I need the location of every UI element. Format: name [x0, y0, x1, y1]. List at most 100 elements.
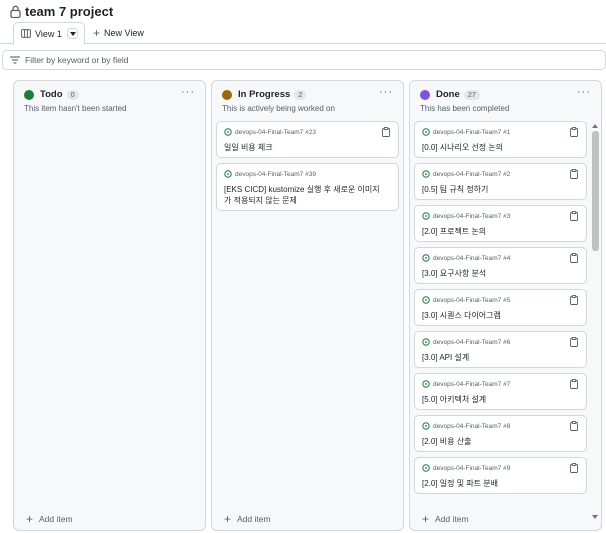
open-issue-icon	[422, 296, 430, 304]
add-item-button[interactable]: + Add item	[26, 513, 73, 525]
plus-icon: +	[93, 26, 101, 40]
open-issue-icon	[422, 212, 430, 220]
new-view-button[interactable]: + New View	[93, 26, 144, 40]
status-dot-in-progress	[222, 89, 232, 100]
card-title[interactable]: [3.0] API 설계	[422, 352, 570, 363]
card-meta: devops-04-Final-Team7 #2	[422, 170, 510, 178]
card-repo: devops-04-Final-Team7 #5	[433, 296, 511, 304]
issue-card[interactable]: devops-04-Final-Team7 #4 [3.0] 요구사항 분석	[414, 247, 587, 284]
issue-card[interactable]: devops-04-Final-Team7 #39 [EKS CICD] kus…	[216, 163, 399, 211]
card-list: devops-04-Final-Team7 #1 [0.0] 시나리오 선정 논…	[414, 121, 587, 499]
issue-card[interactable]: devops-04-Final-Team7 #6 [3.0] API 설계	[414, 331, 587, 368]
column-title: Todo	[40, 89, 63, 100]
clipboard-icon	[570, 211, 578, 221]
issue-card[interactable]: devops-04-Final-Team7 #2 [0.5] 팀 규칙 정하기	[414, 163, 587, 200]
card-meta: devops-04-Final-Team7 #3	[422, 212, 510, 220]
card-meta: devops-04-Final-Team7 #23	[224, 128, 316, 136]
open-issue-icon	[422, 380, 430, 388]
filter-input[interactable]: Filter by keyword or by field	[2, 50, 606, 70]
card-repo: devops-04-Final-Team7 #7	[433, 380, 511, 388]
column-header: In Progress 2	[222, 89, 307, 100]
view-options-button[interactable]	[67, 28, 78, 39]
column-more-button[interactable]: ···	[181, 86, 195, 98]
status-dot-done	[420, 89, 430, 100]
card-meta: devops-04-Final-Team7 #6	[422, 338, 510, 346]
card-title[interactable]: [0.0] 시나리오 선정 논의	[422, 142, 570, 153]
issue-card[interactable]: devops-04-Final-Team7 #5 [3.0] 시퀀스 다이어그램	[414, 289, 587, 326]
column-title: Done	[436, 89, 460, 100]
clipboard-icon	[570, 169, 578, 179]
issue-card[interactable]: devops-04-Final-Team7 #3 [2.0] 프로젝트 논의	[414, 205, 587, 242]
clipboard-icon	[570, 253, 578, 263]
column-description: This has been completed	[420, 104, 510, 113]
column-todo: Todo 0 ··· This item hasn't been started…	[13, 80, 206, 531]
column-in-progress: In Progress 2 ··· This is actively being…	[211, 80, 404, 531]
column-scrollbar[interactable]	[591, 124, 599, 519]
card-title[interactable]: [0.5] 팀 규칙 정하기	[422, 184, 570, 195]
add-item-button[interactable]: + Add item	[224, 513, 271, 525]
card-repo: devops-04-Final-Team7 #2	[433, 170, 511, 178]
open-issue-icon	[422, 128, 430, 136]
clipboard-icon	[570, 463, 578, 473]
issue-card[interactable]: devops-04-Final-Team7 #7 [5.0] 아키텍처 설계	[414, 373, 587, 410]
column-done: Done 27 ··· This has been completed devo…	[409, 80, 602, 531]
scroll-down-arrow[interactable]	[592, 515, 598, 519]
open-issue-icon	[422, 422, 430, 430]
clipboard-icon	[570, 379, 578, 389]
new-view-label: New View	[104, 28, 144, 38]
column-description: This is actively being worked on	[222, 104, 335, 113]
issue-card[interactable]: devops-04-Final-Team7 #8 [2.0] 비용 산출	[414, 415, 587, 452]
card-title[interactable]: [5.0] 아키텍처 설계	[422, 394, 570, 405]
card-repo: devops-04-Final-Team7 #3	[433, 212, 511, 220]
column-title: In Progress	[238, 89, 291, 100]
column-header: Done 27	[420, 89, 481, 100]
view-tabs: View 1 + New View	[0, 22, 606, 45]
plus-icon: +	[422, 512, 430, 526]
column-description: This item hasn't been started	[24, 104, 127, 113]
card-title[interactable]: [2.0] 일정 및 파트 분배	[422, 478, 570, 489]
open-issue-icon	[224, 170, 232, 178]
card-meta: devops-04-Final-Team7 #39	[224, 170, 316, 178]
card-title[interactable]: [3.0] 시퀀스 다이어그램	[422, 310, 570, 321]
clipboard-icon	[570, 421, 578, 431]
lock-icon	[10, 5, 21, 18]
scroll-up-arrow[interactable]	[592, 124, 598, 128]
add-item-label: Add item	[237, 514, 271, 524]
status-dot-todo	[24, 89, 34, 100]
card-title[interactable]: [2.0] 비용 산출	[422, 436, 570, 447]
filter-placeholder: Filter by keyword or by field	[25, 55, 129, 65]
add-item-button[interactable]: + Add item	[422, 512, 469, 526]
issue-card[interactable]: devops-04-Final-Team7 #9 [2.0] 일정 및 파트 분…	[414, 457, 587, 494]
open-issue-icon	[422, 464, 430, 472]
filter-icon	[10, 56, 20, 64]
issue-card[interactable]: devops-04-Final-Team7 #1 [0.0] 시나리오 선정 논…	[414, 121, 587, 158]
add-item-label: Add item	[435, 514, 469, 524]
item-count: 27	[463, 89, 481, 100]
open-issue-icon	[422, 170, 430, 178]
card-repo: devops-04-Final-Team7 #4	[433, 254, 511, 262]
tab-view-1[interactable]: View 1	[13, 22, 85, 45]
card-title[interactable]: [3.0] 요구사항 분석	[422, 268, 570, 279]
card-title[interactable]: [2.0] 프로젝트 논의	[422, 226, 570, 237]
card-title[interactable]: 일일 비용 체크	[224, 142, 382, 153]
scrollbar-thumb[interactable]	[592, 131, 599, 251]
card-title[interactable]: [EKS CICD] kustomize 실행 후 새로운 이미지가 적용되지 …	[224, 184, 382, 206]
card-repo: devops-04-Final-Team7 #39	[235, 170, 316, 178]
column-more-button[interactable]: ···	[577, 86, 591, 98]
project-title: team 7 project	[25, 3, 114, 19]
open-issue-icon	[422, 254, 430, 262]
card-meta: devops-04-Final-Team7 #1	[422, 128, 510, 136]
clipboard-icon	[570, 127, 578, 137]
project-header: team 7 project	[10, 2, 113, 20]
issue-card[interactable]: devops-04-Final-Team7 #23 일일 비용 체크	[216, 121, 399, 158]
card-meta: devops-04-Final-Team7 #7	[422, 380, 510, 388]
card-list: devops-04-Final-Team7 #23 일일 비용 체크 devop…	[216, 121, 399, 216]
clipboard-icon	[382, 127, 390, 137]
clipboard-icon	[570, 337, 578, 347]
card-repo: devops-04-Final-Team7 #6	[433, 338, 511, 346]
item-count: 0	[66, 89, 79, 100]
column-more-button[interactable]: ···	[379, 86, 393, 98]
card-meta: devops-04-Final-Team7 #5	[422, 296, 510, 304]
tab-view-1-label: View 1	[35, 28, 62, 39]
item-count: 2	[294, 89, 307, 100]
